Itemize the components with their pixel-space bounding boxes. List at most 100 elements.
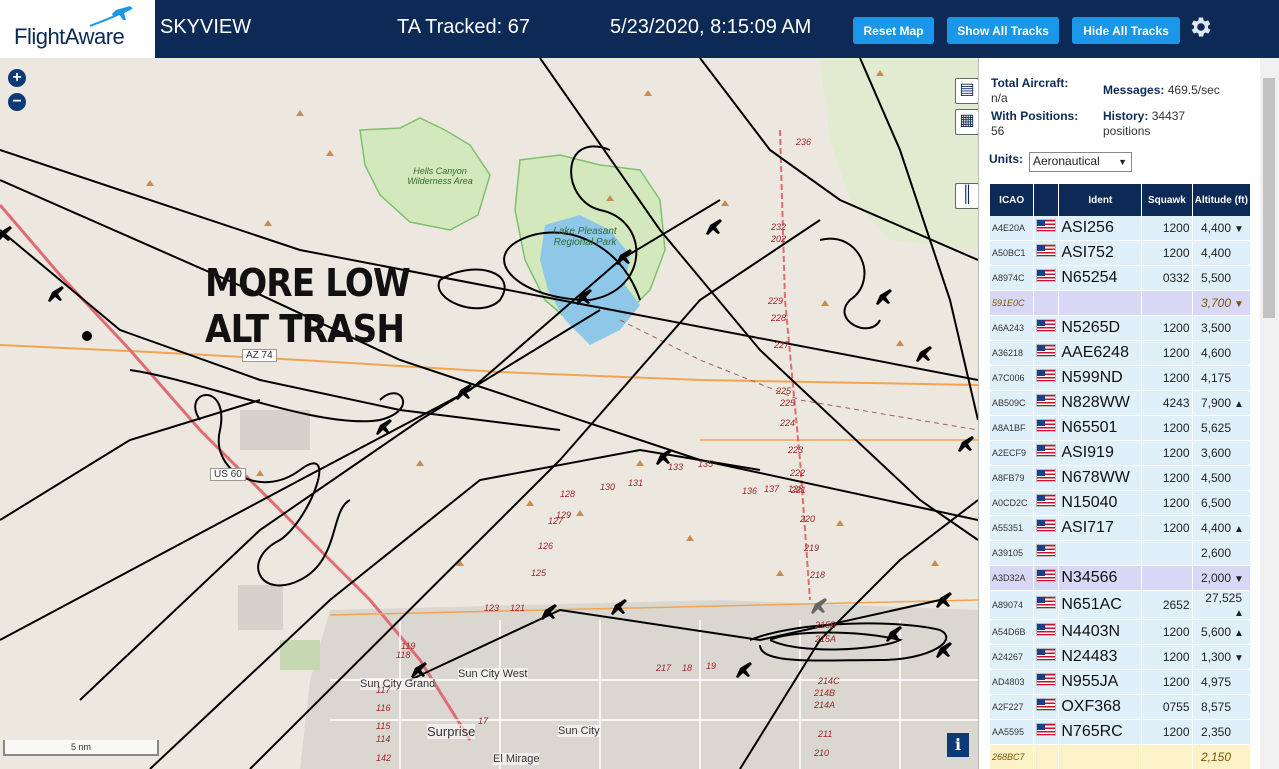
altitude-cell: 3,600 bbox=[1192, 441, 1250, 466]
squawk-cell bbox=[1142, 291, 1192, 316]
altitude-cell: 4,400 bbox=[1192, 241, 1250, 266]
table-row[interactable]: A7C006 N599ND 1200 4,175 bbox=[990, 366, 1250, 391]
altitude-value: 2,000 bbox=[1200, 571, 1231, 585]
table-row[interactable]: A2F227 OXF368 0755 8,575 bbox=[990, 695, 1250, 720]
col-ident[interactable]: Ident bbox=[1059, 184, 1142, 216]
reset-map-button[interactable]: Reset Map bbox=[853, 17, 934, 44]
col-squawk[interactable]: Squawk bbox=[1142, 184, 1192, 216]
show-all-tracks-button[interactable]: Show All Tracks bbox=[947, 17, 1059, 44]
route-number-label: 227 bbox=[774, 340, 790, 350]
panel-toggle-icon[interactable]: ║ bbox=[955, 183, 978, 209]
altitude-value: 2,150 bbox=[1200, 750, 1231, 764]
grid-toggle-icon[interactable]: ▦ bbox=[955, 109, 978, 135]
table-row[interactable]: A4E20A ASI256 1200 4,400 ▼ bbox=[990, 216, 1250, 241]
route-number-label: 215B bbox=[815, 620, 837, 630]
flightaware-logo[interactable]: FlightAware bbox=[0, 0, 155, 58]
flag-cell bbox=[1034, 566, 1059, 591]
units-select[interactable]: Aeronautical bbox=[1029, 152, 1132, 172]
table-row[interactable]: A24267 N24483 1200 1,300 ▼ bbox=[990, 645, 1250, 670]
panel-scrollbar[interactable] bbox=[1260, 58, 1279, 769]
info-icon[interactable]: i bbox=[947, 733, 969, 757]
table-row[interactable]: A2ECF9 ASI919 1200 3,600 bbox=[990, 441, 1250, 466]
table-row[interactable]: A8A1BF N65501 1200 5,625 bbox=[990, 416, 1250, 441]
icao-cell: 591E0C bbox=[990, 291, 1034, 316]
flag-cell bbox=[1034, 291, 1059, 316]
place-label-lake-pleasant: Lake Pleasant Regional Park bbox=[553, 226, 617, 248]
annotation-line-1: MORE LOW bbox=[205, 261, 411, 305]
table-row[interactable]: A8FB79 N678WW 1200 4,500 bbox=[990, 466, 1250, 491]
ident-cell: N765RC bbox=[1059, 720, 1142, 745]
flag-cell bbox=[1034, 620, 1059, 645]
table-row[interactable]: A54D6B N4403N 1200 5,600 ▲ bbox=[990, 620, 1250, 645]
route-number-label: 202 bbox=[771, 234, 787, 244]
field-1 bbox=[240, 410, 310, 450]
table-row[interactable]: 591E0C 3,700 ▼ bbox=[990, 291, 1250, 316]
table-row[interactable]: A36218 AAE6248 1200 4,600 bbox=[990, 341, 1250, 366]
altitude-trend-icon: ▲ bbox=[1234, 628, 1244, 639]
us-flag-icon bbox=[1036, 623, 1057, 636]
flag-cell bbox=[1034, 366, 1059, 391]
route-number-label: 222 bbox=[790, 468, 806, 478]
table-row[interactable]: AB509C N828WW 4243 7,900 ▲ bbox=[990, 391, 1250, 416]
icao-cell: A2F227 bbox=[990, 695, 1034, 720]
route-number-label: 223 bbox=[788, 445, 804, 455]
col-altitude[interactable]: Altitude (ft) bbox=[1192, 184, 1250, 216]
col-flag[interactable] bbox=[1034, 184, 1059, 216]
route-number-label: 228 bbox=[771, 313, 787, 323]
table-row[interactable]: A89074 N651AC 2652 27,525 ▲ bbox=[990, 591, 1250, 620]
altitude-value: 4,175 bbox=[1200, 371, 1231, 385]
route-number-label: 217 bbox=[656, 663, 672, 673]
route-number-label: 133 bbox=[668, 462, 684, 472]
squawk-cell: 1200 bbox=[1142, 670, 1192, 695]
flag-cell bbox=[1034, 645, 1059, 670]
altitude-trend-icon: ▼ bbox=[1234, 653, 1244, 664]
zoom-in-icon[interactable]: + bbox=[8, 69, 26, 87]
total-aircraft-stat: Total Aircraft: n/a bbox=[991, 76, 1068, 106]
hide-all-tracks-button[interactable]: Hide All Tracks bbox=[1072, 17, 1180, 44]
us-flag-icon bbox=[1036, 469, 1057, 482]
ident-cell: N65501 bbox=[1059, 416, 1142, 441]
altitude-trend-icon: ▼ bbox=[1234, 224, 1244, 235]
ident-cell: N828WW bbox=[1059, 391, 1142, 416]
ident-cell: N651AC bbox=[1059, 591, 1142, 620]
flag-cell bbox=[1034, 695, 1059, 720]
icao-cell: AD4803 bbox=[990, 670, 1034, 695]
table-row[interactable]: A50BC1 ASI752 1200 4,400 bbox=[990, 241, 1250, 266]
table-row[interactable]: 268BC7 2,150 bbox=[990, 745, 1250, 769]
gear-icon[interactable] bbox=[1188, 14, 1214, 40]
place-label-el-mirage: El Mirage bbox=[493, 753, 540, 765]
altitude-cell: 2,150 bbox=[1192, 745, 1250, 769]
ident-cell bbox=[1059, 745, 1142, 769]
table-row[interactable]: A8974C N65254 0332 5,500 bbox=[990, 266, 1250, 291]
altitude-cell: 4,400 ▼ bbox=[1192, 216, 1250, 241]
with-positions-value: 56 bbox=[991, 124, 1005, 138]
zoom-out-icon[interactable]: − bbox=[8, 93, 26, 111]
altitude-trend-icon: ▼ bbox=[1234, 299, 1244, 310]
table-row[interactable]: A3D32A N34566 2,000 ▼ bbox=[990, 566, 1250, 591]
col-icao[interactable]: ICAO bbox=[990, 184, 1034, 216]
squawk-cell: 0755 bbox=[1142, 695, 1192, 720]
squawk-cell: 2652 bbox=[1142, 591, 1192, 620]
route-number-label: 229 bbox=[768, 296, 784, 306]
table-row[interactable]: A6A243 N5265D 1200 3,500 bbox=[990, 316, 1250, 341]
table-row[interactable]: A39105 2,600 bbox=[990, 541, 1250, 566]
squawk-cell: 1200 bbox=[1142, 241, 1192, 266]
units-value: Aeronautical bbox=[1033, 154, 1100, 168]
altitude-value: 4,600 bbox=[1200, 346, 1231, 360]
table-row[interactable]: A0CD2C N15040 1200 6,500 bbox=[990, 491, 1250, 516]
map-canvas[interactable]: Hells Canyon Wilderness Area Lake Pleasa… bbox=[0, 58, 978, 769]
map-layers-icon[interactable]: ▤ bbox=[955, 78, 978, 104]
altitude-value: 1,300 bbox=[1200, 650, 1231, 664]
ident-cell: N5265D bbox=[1059, 316, 1142, 341]
squawk-cell: 1200 bbox=[1142, 620, 1192, 645]
table-row[interactable]: AA5595 N765RC 1200 2,350 bbox=[990, 720, 1250, 745]
table-row[interactable]: AD4803 N955JA 1200 4,975 bbox=[990, 670, 1250, 695]
table-row[interactable]: A55351 ASI717 1200 4,400 ▲ bbox=[990, 516, 1250, 541]
altitude-cell: 4,975 bbox=[1192, 670, 1250, 695]
squawk-cell: 4243 bbox=[1142, 391, 1192, 416]
ident-cell: N955JA bbox=[1059, 670, 1142, 695]
us-flag-icon bbox=[1036, 319, 1057, 332]
scrollbar-thumb[interactable] bbox=[1263, 78, 1275, 318]
aircraft-table: ICAO Ident Squawk Altitude (ft) A4E20A AS… bbox=[989, 184, 1251, 769]
route-number-label: 215A bbox=[815, 634, 837, 644]
